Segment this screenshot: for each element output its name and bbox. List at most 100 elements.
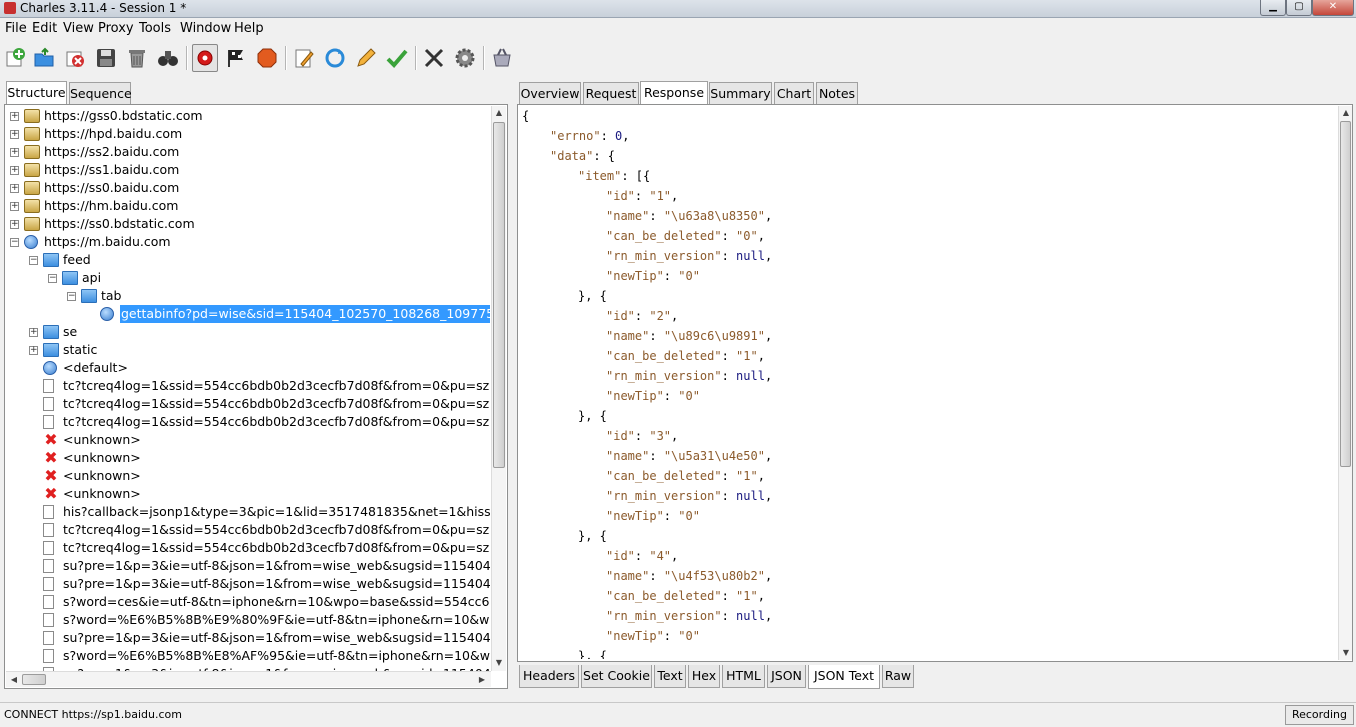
collapse-icon[interactable]: − xyxy=(67,292,76,301)
json-scrollbar-thumb[interactable] xyxy=(1340,121,1351,467)
tree-node[interactable]: s?word=ces&ie=utf-8&tn=iphone&rn=10&wpo=… xyxy=(6,593,490,611)
tab-request[interactable]: Request xyxy=(583,82,639,104)
scroll-down-arrow-icon[interactable]: ▼ xyxy=(1340,648,1352,657)
edit-icon[interactable] xyxy=(353,44,379,72)
tree-node[interactable]: ✖ <unknown> xyxy=(6,467,490,485)
expand-icon[interactable]: + xyxy=(29,346,38,355)
new-session-icon[interactable] xyxy=(2,44,28,72)
collapse-icon[interactable]: − xyxy=(48,274,57,283)
tree-node[interactable]: + https://hm.baidu.com xyxy=(6,197,490,215)
tab-structure[interactable]: Structure xyxy=(6,81,67,104)
tree-node[interactable]: − feed xyxy=(6,251,490,269)
tree-node[interactable]: + https://ss1.baidu.com xyxy=(6,161,490,179)
tree-node[interactable]: − https://m.baidu.com xyxy=(6,233,490,251)
tab-sequence[interactable]: Sequence xyxy=(69,82,132,104)
tree-node[interactable]: ✖ <unknown> xyxy=(6,485,490,503)
expand-icon[interactable]: + xyxy=(10,130,19,139)
tree-node[interactable]: tc?tcreq4log=1&ssid=554cc6bdb0b2d3cecfb7… xyxy=(6,395,490,413)
tab-text[interactable]: Text xyxy=(654,665,686,688)
tree-node[interactable]: ✖ <unknown> xyxy=(6,449,490,467)
throttle-icon[interactable] xyxy=(223,44,249,72)
scroll-up-arrow-icon[interactable]: ▲ xyxy=(493,108,505,117)
maximize-icon[interactable]: ▢ xyxy=(1286,0,1312,16)
close-session-icon[interactable] xyxy=(62,44,88,72)
tools-icon[interactable] xyxy=(421,44,447,72)
tree-scrollbar-thumb[interactable] xyxy=(493,122,505,468)
tree-node[interactable]: <default> xyxy=(6,359,490,377)
tab-html[interactable]: HTML xyxy=(722,665,765,688)
tree-node[interactable]: + https://gss0.bdstatic.com xyxy=(6,107,490,125)
menu-tools[interactable]: Tools xyxy=(139,21,171,36)
compose-icon[interactable] xyxy=(291,44,317,72)
tree-node[interactable]: tc?tcreq4log=1&ssid=554cc6bdb0b2d3cecfb7… xyxy=(6,413,490,431)
json-text-viewer[interactable]: {"errno": 0, "data": {"item": [{"id": "1"… xyxy=(522,106,1337,659)
expand-icon[interactable]: + xyxy=(10,112,19,121)
recording-indicator[interactable]: Recording xyxy=(1284,705,1354,725)
tab-json-text[interactable]: JSON Text xyxy=(808,665,880,689)
minimize-icon[interactable]: ▁ xyxy=(1260,0,1286,16)
tree-node[interactable]: + https://ss0.baidu.com xyxy=(6,179,490,197)
tree-node[interactable]: tc?tcreq4log=1&ssid=554cc6bdb0b2d3cecfb7… xyxy=(6,377,490,395)
menu-proxy[interactable]: Proxy xyxy=(98,21,134,36)
tab-hex[interactable]: Hex xyxy=(688,665,720,688)
validate-icon[interactable] xyxy=(384,44,410,72)
tree-node[interactable]: tc?tcreq4log=1&ssid=554cc6bdb0b2d3cecfb7… xyxy=(6,539,490,557)
scroll-down-arrow-icon[interactable]: ▼ xyxy=(493,658,505,667)
expand-icon[interactable]: + xyxy=(10,220,19,229)
expand-icon[interactable]: + xyxy=(29,328,38,337)
collapse-icon[interactable]: − xyxy=(29,256,38,265)
settings-icon[interactable] xyxy=(452,44,478,72)
save-session-icon[interactable] xyxy=(93,44,119,72)
collapse-icon[interactable]: − xyxy=(10,238,19,247)
menu-edit[interactable]: Edit xyxy=(32,21,57,36)
tree-node[interactable]: ✖ <unknown> xyxy=(6,431,490,449)
tree-node[interactable]: su?pre=1&p=3&ie=utf-8&json=1&from=wise_w… xyxy=(6,557,490,575)
expand-icon[interactable]: + xyxy=(10,184,19,193)
tab-raw[interactable]: Raw xyxy=(882,665,914,688)
scroll-left-arrow-icon[interactable]: ◀ xyxy=(8,675,20,684)
tree-node[interactable]: + https://ss0.bdstatic.com xyxy=(6,215,490,233)
menu-window[interactable]: Window xyxy=(180,21,231,36)
menu-view[interactable]: View xyxy=(63,21,94,36)
tree-node[interactable]: su?pre=1&p=3&ie=utf-8&json=1&from=wise_w… xyxy=(6,629,490,647)
tree-node[interactable]: + https://ss2.baidu.com xyxy=(6,143,490,161)
expand-icon[interactable]: + xyxy=(10,202,19,211)
clear-session-icon[interactable] xyxy=(124,44,150,72)
tab-response[interactable]: Response xyxy=(640,81,708,104)
tree-node[interactable]: s?word=%E6%B5%8B%E9%80%9F&ie=utf-8&tn=ip… xyxy=(6,611,490,629)
tree-node[interactable]: gettabinfo?pd=wise&sid=115404_102570_108… xyxy=(6,304,490,324)
scroll-up-arrow-icon[interactable]: ▲ xyxy=(1340,108,1352,117)
tree-node[interactable]: his?callback=jsonp1&type=3&pic=1&lid=351… xyxy=(6,503,490,521)
tab-overview[interactable]: Overview xyxy=(519,82,581,104)
tree-node[interactable]: − api xyxy=(6,269,490,287)
tree-vertical-scrollbar[interactable]: ▲ ▼ xyxy=(491,106,506,671)
tree-hscrollbar-thumb[interactable] xyxy=(22,674,46,685)
tab-summary[interactable]: Summary xyxy=(709,82,772,104)
tree-horizontal-scrollbar[interactable]: ◀ ▶ xyxy=(6,671,491,687)
tab-json[interactable]: JSON xyxy=(767,665,806,688)
tab-notes[interactable]: Notes xyxy=(816,82,858,104)
expand-icon[interactable]: + xyxy=(10,148,19,157)
json-vertical-scrollbar[interactable]: ▲ ▼ xyxy=(1338,106,1352,660)
close-icon[interactable]: ✕ xyxy=(1312,0,1354,16)
tree-node[interactable]: su?pre=1&p=3&ie=utf-8&json=1&from=wise_w… xyxy=(6,575,490,593)
find-icon[interactable] xyxy=(155,44,181,72)
scroll-right-arrow-icon[interactable]: ▶ xyxy=(476,675,488,684)
tab-chart[interactable]: Chart xyxy=(774,82,814,104)
tab-headers[interactable]: Headers xyxy=(519,665,579,688)
tree-node[interactable]: + static xyxy=(6,341,490,359)
record-icon[interactable] xyxy=(192,44,218,72)
menu-help[interactable]: Help xyxy=(234,21,264,36)
tab-set-cookie[interactable]: Set Cookie xyxy=(581,665,652,688)
expand-icon[interactable]: + xyxy=(10,166,19,175)
tree-node[interactable]: + https://hpd.baidu.com xyxy=(6,125,490,143)
open-session-icon[interactable] xyxy=(31,44,57,72)
tree-node[interactable]: tc?tcreq4log=1&ssid=554cc6bdb0b2d3cecfb7… xyxy=(6,521,490,539)
basket-icon[interactable] xyxy=(489,44,515,72)
tree-node[interactable]: s?word=%E6%B5%8B%E8%AF%95&ie=utf-8&tn=ip… xyxy=(6,647,490,665)
tree-node[interactable]: + se xyxy=(6,323,490,341)
stop-icon[interactable] xyxy=(254,44,280,72)
menu-file[interactable]: File xyxy=(5,21,27,36)
tree-node[interactable]: − tab xyxy=(6,287,490,305)
repeat-icon[interactable] xyxy=(322,44,348,72)
